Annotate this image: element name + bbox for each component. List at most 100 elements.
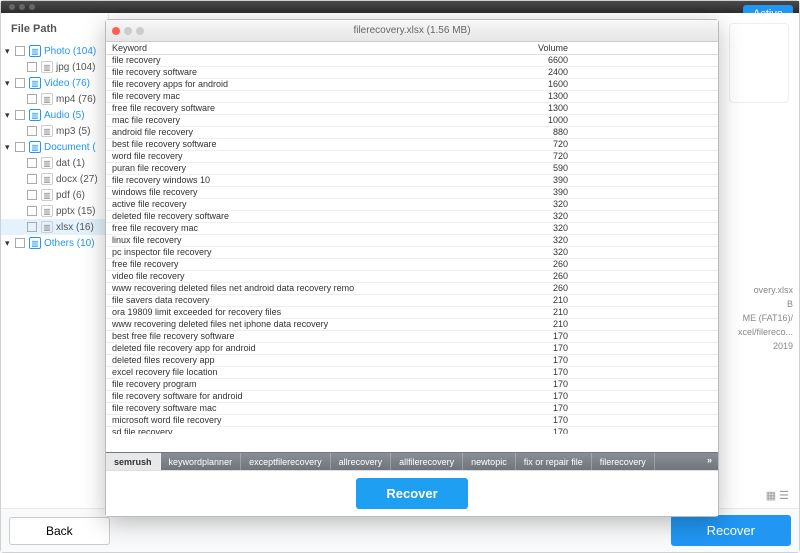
table-row[interactable]: deleted file recovery software320	[106, 211, 718, 223]
table-row[interactable]: linux file recovery320	[106, 235, 718, 247]
checkbox[interactable]	[27, 94, 37, 104]
table-row[interactable]: file recovery mac1300	[106, 91, 718, 103]
sheet-tab[interactable]: exceptfilerecovery	[241, 453, 331, 470]
table-row[interactable]: deleted file recovery app for android170	[106, 343, 718, 355]
tree-label: Audio (5)	[44, 110, 85, 121]
cell-keyword: best file recovery software	[106, 139, 532, 151]
cell-volume: 170	[532, 331, 718, 343]
table-row[interactable]: free file recovery260	[106, 259, 718, 271]
table-row[interactable]: www recovering deleted files net android…	[106, 283, 718, 295]
checkbox[interactable]	[27, 222, 37, 232]
checkbox[interactable]	[27, 174, 37, 184]
tree-item[interactable]: ▥pdf (6)	[1, 187, 108, 203]
sheet-tab[interactable]: fix or repair file	[516, 453, 592, 470]
checkbox[interactable]	[27, 206, 37, 216]
filetype-icon: ▥	[41, 205, 53, 217]
checkbox[interactable]	[27, 126, 37, 136]
table-row[interactable]: file recovery program170	[106, 379, 718, 391]
table-row[interactable]: deleted files recovery app170	[106, 355, 718, 367]
sheet-tab[interactable]: filerecovery	[592, 453, 655, 470]
table-row[interactable]: file recovery apps for android1600	[106, 79, 718, 91]
close-icon[interactable]	[112, 27, 120, 35]
table-row[interactable]: file recovery software2400	[106, 67, 718, 79]
tree-item[interactable]: ▾▥Video (76)	[1, 75, 108, 91]
sheet-tab[interactable]: keywordplanner	[161, 453, 242, 470]
table-row[interactable]: video file recovery260	[106, 271, 718, 283]
table-row[interactable]: android file recovery880	[106, 127, 718, 139]
checkbox[interactable]	[15, 142, 25, 152]
maximize-icon[interactable]	[136, 27, 144, 35]
table-row[interactable]: free file recovery mac320	[106, 223, 718, 235]
tree-item[interactable]: ▥pptx (15)	[1, 203, 108, 219]
cell-keyword: file recovery apps for android	[106, 79, 532, 91]
cell-keyword: video file recovery	[106, 271, 532, 283]
table-row[interactable]: microsoft word file recovery170	[106, 415, 718, 427]
view-toggle[interactable]: ▦ ☰	[766, 489, 789, 502]
filetype-icon: ▥	[41, 221, 53, 233]
cell-volume: 210	[532, 307, 718, 319]
cell-volume: 260	[532, 283, 718, 295]
tree-item[interactable]: ▾▥Document (	[1, 139, 108, 155]
table-row[interactable]: file savers data recovery210	[106, 295, 718, 307]
cell-volume: 170	[532, 355, 718, 367]
cell-volume: 390	[532, 187, 718, 199]
table-row[interactable]: pc inspector file recovery320	[106, 247, 718, 259]
recover-button[interactable]: Recover	[671, 515, 791, 546]
checkbox[interactable]	[27, 158, 37, 168]
table-row[interactable]: file recovery windows 10390	[106, 175, 718, 187]
table-row[interactable]: best free file recovery software170	[106, 331, 718, 343]
detail-path: xcel/filereco...	[738, 325, 793, 339]
file-details: overy.xlsx B ME (FAT16)/ xcel/filereco..…	[738, 283, 793, 353]
filetype-icon: ▥	[29, 77, 41, 89]
checkbox[interactable]	[27, 190, 37, 200]
table-row[interactable]: ora 19809 limit exceeded for recovery fi…	[106, 307, 718, 319]
table-row[interactable]: sd file recovery170	[106, 427, 718, 435]
filetype-icon: ▥	[41, 189, 53, 201]
table-row[interactable]: excel recovery file location170	[106, 367, 718, 379]
tree-item[interactable]: ▥jpg (104)	[1, 59, 108, 75]
cell-keyword: sd file recovery	[106, 427, 532, 435]
minimize-icon[interactable]	[124, 27, 132, 35]
checkbox[interactable]	[15, 78, 25, 88]
cell-keyword: free file recovery	[106, 259, 532, 271]
tree-item[interactable]: ▾▥Photo (104)	[1, 43, 108, 59]
tree-item[interactable]: ▥xlsx (16)	[1, 219, 108, 235]
back-button[interactable]: Back	[9, 517, 110, 545]
sheet-tab[interactable]: semrush	[106, 453, 161, 470]
filetype-icon: ▥	[41, 173, 53, 185]
tree-item[interactable]: ▥mp4 (76)	[1, 91, 108, 107]
table-row[interactable]: free file recovery software1300	[106, 103, 718, 115]
checkbox[interactable]	[15, 46, 25, 56]
table-row[interactable]: file recovery software mac170	[106, 403, 718, 415]
cell-keyword: excel recovery file location	[106, 367, 532, 379]
tree-item[interactable]: ▥docx (27)	[1, 171, 108, 187]
tree-item[interactable]: ▥mp3 (5)	[1, 123, 108, 139]
checkbox[interactable]	[27, 62, 37, 72]
table-row[interactable]: windows file recovery390	[106, 187, 718, 199]
table-row[interactable]: file recovery6600	[106, 55, 718, 67]
more-tabs-icon[interactable]: »	[701, 453, 718, 470]
sheet-tab[interactable]: allfilerecovery	[391, 453, 463, 470]
tree-item[interactable]: ▾▥Others (10)	[1, 235, 108, 251]
tree-item[interactable]: ▾▥Audio (5)	[1, 107, 108, 123]
checkbox[interactable]	[15, 110, 25, 120]
table-row[interactable]: best file recovery software720	[106, 139, 718, 151]
table-row[interactable]: active file recovery320	[106, 199, 718, 211]
chevron-down-icon: ▾	[5, 142, 13, 153]
tree-item[interactable]: ▥dat (1)	[1, 155, 108, 171]
cell-keyword: deleted files recovery app	[106, 355, 532, 367]
cell-volume: 6600	[532, 55, 718, 67]
table-row[interactable]: www recovering deleted files net iphone …	[106, 319, 718, 331]
cell-keyword: file recovery program	[106, 379, 532, 391]
sheet-tab[interactable]: newtopic	[463, 453, 516, 470]
filetype-icon: ▥	[29, 45, 41, 57]
table-row[interactable]: word file recovery720	[106, 151, 718, 163]
table-row[interactable]: puran file recovery590	[106, 163, 718, 175]
cell-volume: 880	[532, 127, 718, 139]
table-row[interactable]: mac file recovery1000	[106, 115, 718, 127]
table-row[interactable]: file recovery software for android170	[106, 391, 718, 403]
sheet-tab[interactable]: allrecovery	[331, 453, 392, 470]
checkbox[interactable]	[15, 238, 25, 248]
tree-label: jpg (104)	[56, 62, 95, 73]
preview-recover-button[interactable]: Recover	[356, 478, 467, 509]
